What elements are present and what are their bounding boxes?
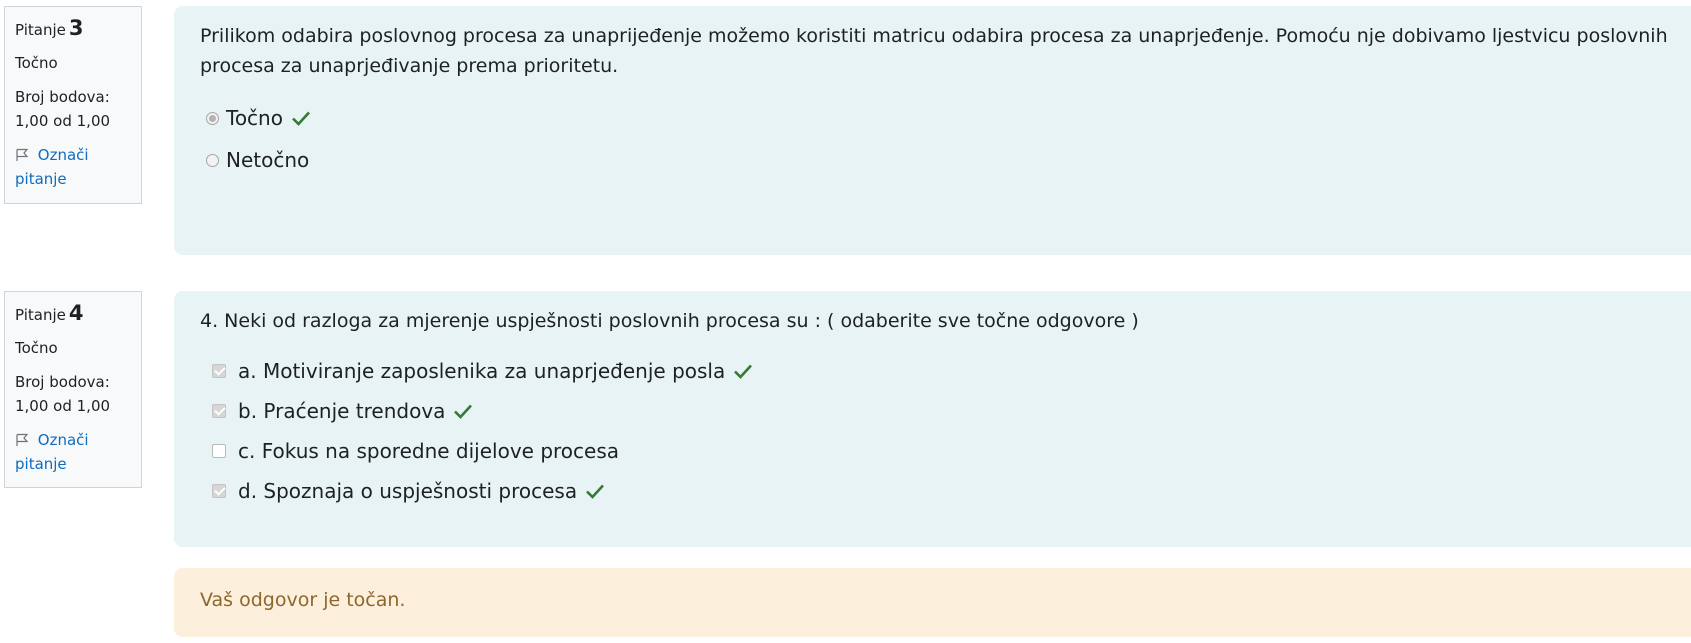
grade-label: Broj bodova: bbox=[15, 88, 110, 106]
answer-label: Netočno bbox=[226, 148, 310, 172]
answer-label: Točno bbox=[226, 106, 283, 130]
flag-label-2: pitanje bbox=[15, 170, 67, 188]
checkbox[interactable] bbox=[212, 404, 226, 418]
answer-list: Točno Netočno bbox=[200, 103, 1678, 175]
question-formulation: Prilikom odabira poslovnog procesa za un… bbox=[174, 6, 1691, 255]
grade-value: 1,00 od 1,00 bbox=[15, 397, 111, 415]
answer-option-false[interactable]: Netočno bbox=[200, 145, 1678, 175]
question-grade: Broj bodova: 1,00 od 1,00 bbox=[15, 370, 131, 418]
answer-option-c[interactable]: c. Fokus na sporedne dijelove procesa bbox=[200, 436, 1678, 466]
flag-question-link[interactable]: Označi pitanje bbox=[15, 143, 131, 191]
flag-icon bbox=[15, 146, 38, 164]
answer-label: a. Motiviranje zaposlenika za unaprjeđen… bbox=[238, 359, 726, 383]
answer-option-b[interactable]: b. Praćenje trendova bbox=[200, 396, 1678, 426]
radio-button[interactable] bbox=[206, 111, 219, 125]
question-number: Pitanje 3 bbox=[15, 17, 131, 41]
answer-list: a. Motiviranje zaposlenika za unaprjeđen… bbox=[200, 356, 1678, 506]
grade-value: 1,00 od 1,00 bbox=[15, 112, 111, 130]
question-info: Pitanje 3 Točno Broj bodova: 1,00 od 1,00… bbox=[4, 6, 142, 204]
checkbox[interactable] bbox=[212, 364, 226, 378]
grade-label: Broj bodova: bbox=[15, 373, 110, 391]
question-label: Pitanje bbox=[15, 306, 66, 324]
flag-label: Označi bbox=[37, 146, 89, 164]
check-icon bbox=[733, 363, 753, 379]
radio-button[interactable] bbox=[206, 153, 219, 167]
question-grade: Broj bodova: 1,00 od 1,00 bbox=[15, 85, 131, 133]
checkbox[interactable] bbox=[212, 484, 226, 498]
check-icon bbox=[585, 483, 605, 499]
answer-option-d[interactable]: d. Spoznaja o uspješnosti procesa bbox=[200, 476, 1678, 506]
question-number-value: 4 bbox=[68, 301, 84, 325]
question-number: Pitanje 4 bbox=[15, 302, 131, 326]
checkbox[interactable] bbox=[212, 444, 226, 458]
check-icon bbox=[453, 403, 473, 419]
flag-label: Označi bbox=[37, 431, 89, 449]
question-label: Pitanje bbox=[15, 21, 66, 39]
question-formulation: 4. Neki od razloga za mjerenje uspješnos… bbox=[174, 291, 1691, 547]
flag-label-2: pitanje bbox=[15, 455, 67, 473]
answer-option-a[interactable]: a. Motiviranje zaposlenika za unaprjeđen… bbox=[200, 356, 1678, 386]
check-icon bbox=[291, 110, 311, 126]
flag-question-link[interactable]: Označi pitanje bbox=[15, 428, 131, 476]
answer-option-true[interactable]: Točno bbox=[200, 103, 1678, 133]
question-info: Pitanje 4 Točno Broj bodova: 1,00 od 1,00… bbox=[4, 291, 142, 488]
question-text: 4. Neki od razloga za mjerenje uspješnos… bbox=[200, 310, 1139, 332]
answer-label: c. Fokus na sporedne dijelove procesa bbox=[238, 439, 620, 463]
question-text: Prilikom odabira poslovnog procesa za un… bbox=[200, 25, 1668, 77]
question-number-value: 3 bbox=[68, 16, 84, 40]
flag-icon bbox=[15, 431, 38, 449]
answer-feedback: Vaš odgovor je točan. bbox=[174, 568, 1691, 637]
answer-label: b. Praćenje trendova bbox=[238, 399, 446, 423]
answer-label: d. Spoznaja o uspješnosti procesa bbox=[238, 479, 578, 503]
question-state: Točno bbox=[15, 54, 58, 72]
question-state: Točno bbox=[15, 339, 58, 357]
